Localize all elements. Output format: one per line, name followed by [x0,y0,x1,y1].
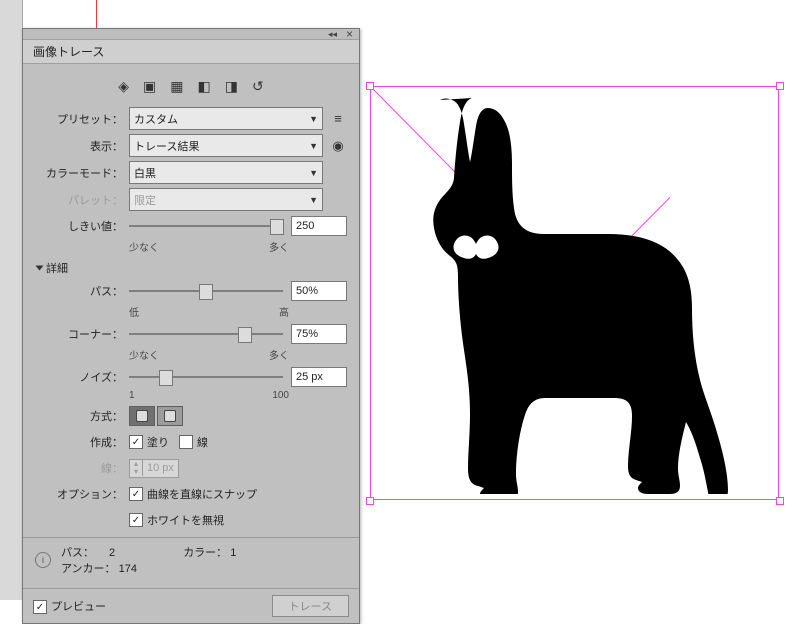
view-select[interactable]: トレース結果▼ [129,134,323,157]
corner-slider[interactable] [129,325,283,343]
palette-label: パレット： [35,192,129,208]
vertical-ruler [0,0,23,600]
threshold-slider[interactable] [129,217,283,235]
preset-label: プリセット： [35,111,129,127]
bbox-edge [370,499,780,501]
fill-checkbox[interactable]: ✓ [129,435,143,449]
image-trace-panel: ◂◂ × 画像トレース ◈ ▣ ▦ ◧ ◨ ↺ プリセット： カスタム▼ ≡ 表… [22,28,360,624]
bbox-edge [778,86,780,501]
eye-icon[interactable]: ◉ [329,138,347,154]
corner-label: コーナー： [35,326,129,342]
snap-checkbox[interactable]: ✓ [129,487,143,501]
trace-button: トレース [272,595,349,617]
path-value[interactable]: 50% [291,281,347,301]
triangle-icon [36,266,44,271]
mode-select[interactable]: 白黒▼ [129,161,323,184]
threshold-value[interactable]: 250 [291,216,347,236]
bbox-handle[interactable] [776,497,784,505]
path-slider[interactable] [129,282,283,300]
bbox-handle[interactable] [366,497,374,505]
details-section-toggle[interactable]: 詳細 [37,260,347,276]
stroke-width-input: ▴▾10 px [129,459,179,478]
stroke-checkbox[interactable] [179,435,193,449]
palette-select: 限定▼ [129,188,323,211]
stroke-label: 線： [35,460,129,476]
auto-color-icon[interactable]: ◈ [118,78,129,95]
noise-slider[interactable] [129,368,283,386]
preview-checkbox[interactable]: ✓ [33,600,47,614]
method-abutting-button[interactable] [129,406,155,426]
corner-value[interactable]: 75% [291,324,347,344]
panel-header-bar[interactable]: ◂◂ × [23,29,359,40]
bbox-handle[interactable] [366,82,374,90]
create-label: 作成： [35,434,129,450]
preset-menu-icon[interactable]: ≡ [329,111,347,126]
preset-icon-row: ◈ ▣ ▦ ◧ ◨ ↺ [35,78,347,95]
close-icon[interactable]: × [346,27,353,41]
view-label: 表示： [35,138,129,154]
low-color-icon[interactable]: ▦ [170,78,183,95]
bbox-handle[interactable] [776,82,784,90]
dog-silhouette [384,92,756,494]
info-icon[interactable]: i [35,552,51,568]
bw-icon[interactable]: ◨ [225,78,238,95]
threshold-label: しきい値： [35,218,129,234]
outline-icon[interactable]: ↺ [252,78,264,95]
camera-icon[interactable]: ▣ [143,78,156,95]
path-label: パス： [35,283,129,299]
noise-label: ノイズ： [35,369,129,385]
noise-value[interactable]: 25 px [291,367,347,387]
preset-select[interactable]: カスタム▼ [129,107,323,130]
collapse-icon[interactable]: ◂◂ [328,29,337,40]
ignore-white-checkbox[interactable]: ✓ [129,513,143,527]
grayscale-icon[interactable]: ◧ [198,78,211,95]
method-overlap-button[interactable] [157,406,183,426]
panel-title[interactable]: 画像トレース [23,40,359,64]
mode-label: カラーモード： [35,165,129,181]
traced-image-bounds[interactable] [370,86,780,501]
option-label: オプション： [35,486,129,502]
method-label: 方式： [35,408,129,424]
divider [23,537,359,538]
